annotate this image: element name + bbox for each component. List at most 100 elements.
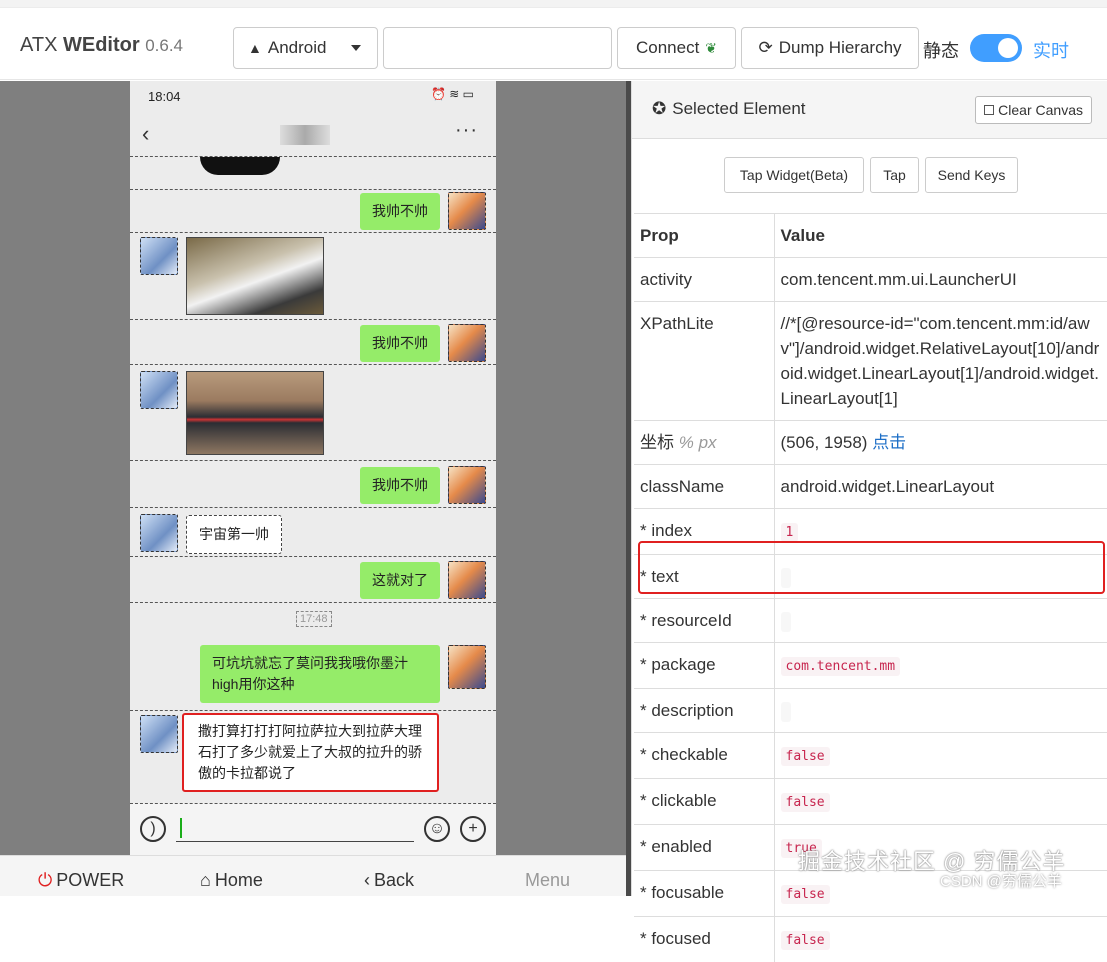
prop-value-clickable: false	[781, 793, 830, 812]
message-bubble[interactable]: 我帅不帅	[360, 193, 440, 230]
voice-icon[interactable]: )	[140, 816, 166, 842]
prop-key: * resourceId	[634, 599, 774, 643]
prop-value-cell	[774, 689, 1107, 733]
prop-value-resourceid	[781, 612, 791, 632]
chat-row	[130, 233, 496, 320]
device-canvas-area: 18:04 ⏰ ≋ ▭ ‹ ··· 我帅不帅 我帅不帅	[0, 81, 626, 896]
prop-value-cell: false	[774, 779, 1107, 825]
contact-avatar[interactable]	[140, 237, 178, 275]
android-icon: ▲	[248, 40, 262, 56]
tap-button[interactable]: Tap	[870, 157, 919, 193]
square-icon	[984, 105, 994, 115]
prop-value-checkable: false	[781, 747, 830, 766]
message-time: 17:48	[296, 611, 332, 627]
my-avatar[interactable]	[448, 324, 486, 362]
prop-key: * focused	[634, 917, 774, 962]
power-label: POWER	[56, 870, 124, 891]
chat-contact-name-blurred	[280, 125, 330, 145]
back-button[interactable]: ‹ Back	[364, 870, 414, 891]
chat-row: 我帅不帅	[130, 461, 496, 508]
prop-key: * package	[634, 643, 774, 689]
my-avatar[interactable]	[448, 645, 486, 689]
contact-avatar[interactable]	[140, 715, 178, 753]
emoji-icon[interactable]: ☺	[424, 816, 450, 842]
chevron-left-icon: ‹	[364, 870, 370, 891]
power-icon: ⏻	[38, 870, 52, 891]
message-bubble[interactable]: 我帅不帅	[360, 325, 440, 362]
car-image-message[interactable]	[186, 371, 324, 455]
coord-key-label: 坐标	[640, 433, 674, 452]
connect-button[interactable]: Connect ❦	[617, 27, 736, 69]
realtime-toggle[interactable]	[970, 34, 1022, 62]
app-version: 0.6.4	[145, 36, 183, 55]
status-time: 18:04	[148, 89, 181, 104]
message-bubble[interactable]: 这就对了	[360, 562, 440, 599]
send-keys-button[interactable]: Send Keys	[925, 157, 1018, 193]
top-toolbar: ATX WEditor 0.6.4 ▲ Android Connect ❦ ⟳ …	[0, 0, 1107, 80]
prop-key: * checkable	[634, 733, 774, 779]
contact-avatar[interactable]	[140, 514, 178, 552]
platform-label: Android	[268, 38, 327, 58]
my-avatar[interactable]	[448, 466, 486, 504]
panel-header: ✪ Selected Element Clear Canvas	[632, 81, 1107, 139]
chevron-down-icon	[351, 45, 361, 51]
message-bubble[interactable]: 宇宙第一帅	[186, 515, 282, 554]
table-row: 坐标 % px (506, 1958) 点击	[634, 421, 1107, 465]
table-row: * package com.tencent.mm	[634, 643, 1107, 689]
browser-tab-strip	[0, 0, 1107, 8]
chat-text-input[interactable]	[176, 814, 414, 842]
my-avatar[interactable]	[448, 561, 486, 599]
chat-row: 我帅不帅	[130, 320, 496, 365]
device-screen[interactable]: 18:04 ⏰ ≋ ▭ ‹ ··· 我帅不帅 我帅不帅	[130, 81, 496, 855]
table-row: className android.widget.LinearLayout	[634, 465, 1107, 509]
message-bubble[interactable]: 可坑坑就忘了莫问我我哦你墨汁high用你这种	[200, 645, 440, 703]
chat-input-bar: ) ☺ +	[130, 803, 496, 855]
chat-row: 这就对了	[130, 557, 496, 603]
clear-canvas-label: Clear Canvas	[998, 102, 1083, 118]
prop-value-coord: (506, 1958) 点击	[774, 421, 1107, 465]
empire-icon: ✪	[652, 99, 666, 119]
chat-row: 撒打算打打打阿拉萨拉大到拉萨大理石打了多少就爱上了大叔的拉升的骄傲的卡拉都说了	[130, 711, 496, 803]
panel-title: ✪ Selected Element	[652, 99, 806, 119]
dump-hierarchy-button[interactable]: ⟳ Dump Hierarchy	[741, 27, 919, 69]
chat-row: 宇宙第一帅	[130, 508, 496, 557]
prop-value-activity: com.tencent.mm.ui.LauncherUI	[774, 258, 1107, 302]
my-avatar[interactable]	[448, 192, 486, 230]
chat-row	[130, 365, 496, 461]
refresh-icon: ⟳	[758, 38, 772, 58]
car-image-message[interactable]	[186, 237, 324, 315]
selected-message-bubble[interactable]: 撒打算打打打阿拉萨拉大到拉萨大理石打了多少就爱上了大叔的拉升的骄傲的卡拉都说了	[182, 713, 439, 792]
message-bubble[interactable]: 我帅不帅	[360, 467, 440, 504]
home-button[interactable]: ⌂ Home	[200, 870, 263, 891]
tap-widget-button[interactable]: Tap Widget(Beta)	[724, 157, 864, 193]
status-icons: ⏰ ≋ ▭	[431, 87, 474, 101]
contact-avatar[interactable]	[140, 371, 178, 409]
coord-unit: % px	[679, 433, 717, 452]
prop-key: * description	[634, 689, 774, 733]
table-row: XPathLite //*[@resource-id="com.tencent.…	[634, 302, 1107, 421]
device-serial-input[interactable]	[383, 27, 612, 69]
prop-value-cell: false	[774, 733, 1107, 779]
more-icon[interactable]: ···	[455, 119, 478, 142]
prop-key: * focusable	[634, 871, 774, 917]
plus-icon[interactable]: +	[460, 816, 486, 842]
back-arrow-icon[interactable]: ‹	[142, 121, 149, 147]
power-button[interactable]: ⏻ POWER	[38, 870, 124, 891]
element-actions: Tap Widget(Beta) Tap Send Keys	[632, 139, 1107, 211]
platform-select[interactable]: ▲ Android	[233, 27, 378, 69]
brand-prefix: ATX	[20, 34, 57, 56]
col-header-prop: Prop	[634, 214, 774, 258]
prop-key: activity	[634, 258, 774, 302]
menu-button[interactable]: Menu	[525, 870, 570, 891]
chat-time-row: 17:48	[130, 603, 496, 637]
coord-click-link[interactable]: 点击	[872, 433, 906, 452]
prop-key: className	[634, 465, 774, 509]
prop-value-index: 1	[781, 523, 799, 542]
prop-value-package: com.tencent.mm	[781, 657, 901, 676]
prop-value-cell	[774, 599, 1107, 643]
table-row: * clickablefalse	[634, 779, 1107, 825]
table-row: * checkable false	[634, 733, 1107, 779]
clear-canvas-button[interactable]: Clear Canvas	[975, 96, 1092, 124]
watermark-csdn: CSDN @穷儒公羊	[940, 870, 1062, 891]
menu-label: Menu	[525, 870, 570, 891]
